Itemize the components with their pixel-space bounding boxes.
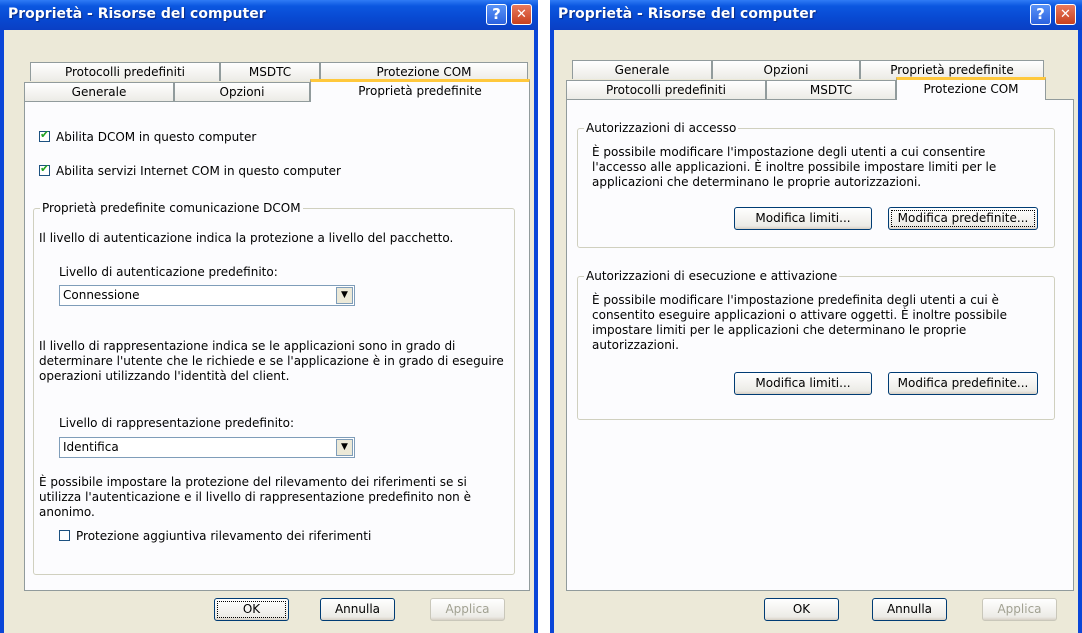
auth-level-label: Livello di autenticazione predefinito: (59, 265, 278, 279)
reference-tracking-label: Protezione aggiuntiva rilevamento dei ri… (76, 529, 372, 543)
right-dialog-title: Proprietà - Risorse del computer (558, 6, 816, 22)
left-dialog-window: Proprietà - Risorse del computer ? ✕ Pro… (0, 0, 538, 633)
launch-group-title: Autorizzazioni di esecuzione e attivazio… (584, 269, 840, 283)
access-group-title: Autorizzazioni di accesso (584, 121, 739, 135)
enable-dcom-checkbox[interactable]: Abilita DCOM in questo computer (39, 128, 257, 144)
cancel-button[interactable]: Annulla (872, 598, 947, 621)
impersonation-level-value: Identifica (63, 440, 119, 454)
checkbox-checked-icon[interactable] (39, 128, 50, 142)
close-icon[interactable]: ✕ (511, 4, 532, 25)
tab-opzioni[interactable]: Opzioni (712, 60, 860, 79)
checkbox-unchecked-icon[interactable] (59, 530, 70, 541)
impersonation-description: Il livello di rappresentazione indica se… (39, 339, 504, 383)
tab-generale[interactable]: Generale (24, 82, 174, 101)
enable-internet-com-checkbox[interactable]: Abilita servizi Internet COM in questo c… (39, 162, 341, 178)
close-icon[interactable]: ✕ (1055, 4, 1076, 25)
dcom-defaults-group: Proprietà predefinite comunicazione DCOM… (33, 201, 515, 575)
impersonation-level-label: Livello di rappresentazione predefinito: (59, 416, 295, 430)
tab-protocolli-predefiniti[interactable]: Protocolli predefiniti (30, 62, 220, 81)
apply-button[interactable]: Applica (430, 598, 505, 621)
chevron-down-icon[interactable]: ▼ (336, 287, 353, 304)
auth-level-value: Connessione (63, 288, 140, 302)
auth-level-dropdown[interactable]: Connessione ▼ (59, 285, 355, 306)
access-description: È possibile modificare l'impostazione de… (592, 145, 997, 189)
tab-generale[interactable]: Generale (572, 60, 712, 79)
impersonation-level-dropdown[interactable]: Identifica ▼ (59, 437, 355, 458)
access-edit-limits-button[interactable]: Modifica limiti... (734, 207, 872, 230)
launch-edit-default-button[interactable]: Modifica predefinite... (888, 372, 1038, 395)
reference-tracking-checkbox[interactable]: Protezione aggiuntiva rilevamento dei ri… (59, 529, 371, 543)
help-icon[interactable]: ? (486, 4, 507, 25)
tab-opzioni[interactable]: Opzioni (174, 82, 310, 101)
auth-description: Il livello di autenticazione indica la p… (39, 231, 454, 245)
dcom-group-title: Proprietà predefinite comunicazione DCOM (40, 201, 303, 215)
tab-protezione-com[interactable]: Protezione COM (896, 77, 1046, 100)
ok-button[interactable]: OK (214, 598, 289, 621)
enable-dcom-label: Abilita DCOM in questo computer (56, 130, 257, 144)
cancel-button[interactable]: Annulla (320, 598, 395, 621)
right-client-area: Generale Opzioni Proprietà predefinite P… (554, 30, 1078, 633)
tab-msdtc[interactable]: MSDTC (766, 80, 896, 99)
launch-edit-limits-button[interactable]: Modifica limiti... (734, 372, 872, 395)
launch-permissions-group: Autorizzazioni di esecuzione e attivazio… (577, 269, 1055, 420)
left-dialog-title: Proprietà - Risorse del computer (8, 6, 266, 22)
tab-proprieta-predefinite[interactable]: Proprietà predefinite (310, 79, 530, 102)
checkbox-checked-icon[interactable] (39, 162, 50, 176)
right-tab-panel: Autorizzazioni di accesso È possibile mo… (566, 99, 1074, 591)
right-dialog-window: Proprietà - Risorse del computer ? ✕ Gen… (550, 0, 1082, 633)
reference-tracking-description: È possibile impostare la protezione del … (39, 475, 471, 519)
tab-msdtc[interactable]: MSDTC (220, 62, 320, 81)
left-title-bar[interactable]: Proprietà - Risorse del computer ? ✕ (0, 0, 538, 30)
tab-protocolli-predefiniti[interactable]: Protocolli predefiniti (566, 80, 766, 99)
right-title-bar[interactable]: Proprietà - Risorse del computer ? ✕ (550, 0, 1082, 30)
help-icon[interactable]: ? (1030, 4, 1051, 25)
ok-button[interactable]: OK (764, 598, 839, 621)
access-permissions-group: Autorizzazioni di accesso È possibile mo… (577, 121, 1055, 248)
left-client-area: Protocolli predefiniti MSDTC Protezione … (4, 30, 534, 633)
apply-button[interactable]: Applica (982, 598, 1057, 621)
enable-internet-com-label: Abilita servizi Internet COM in questo c… (56, 164, 341, 178)
launch-description: È possibile modificare l'impostazione pr… (592, 293, 1008, 352)
left-tab-panel: Abilita DCOM in questo computer Abilita … (24, 101, 530, 591)
access-edit-default-button[interactable]: Modifica predefinite... (888, 207, 1038, 230)
chevron-down-icon[interactable]: ▼ (336, 439, 353, 456)
